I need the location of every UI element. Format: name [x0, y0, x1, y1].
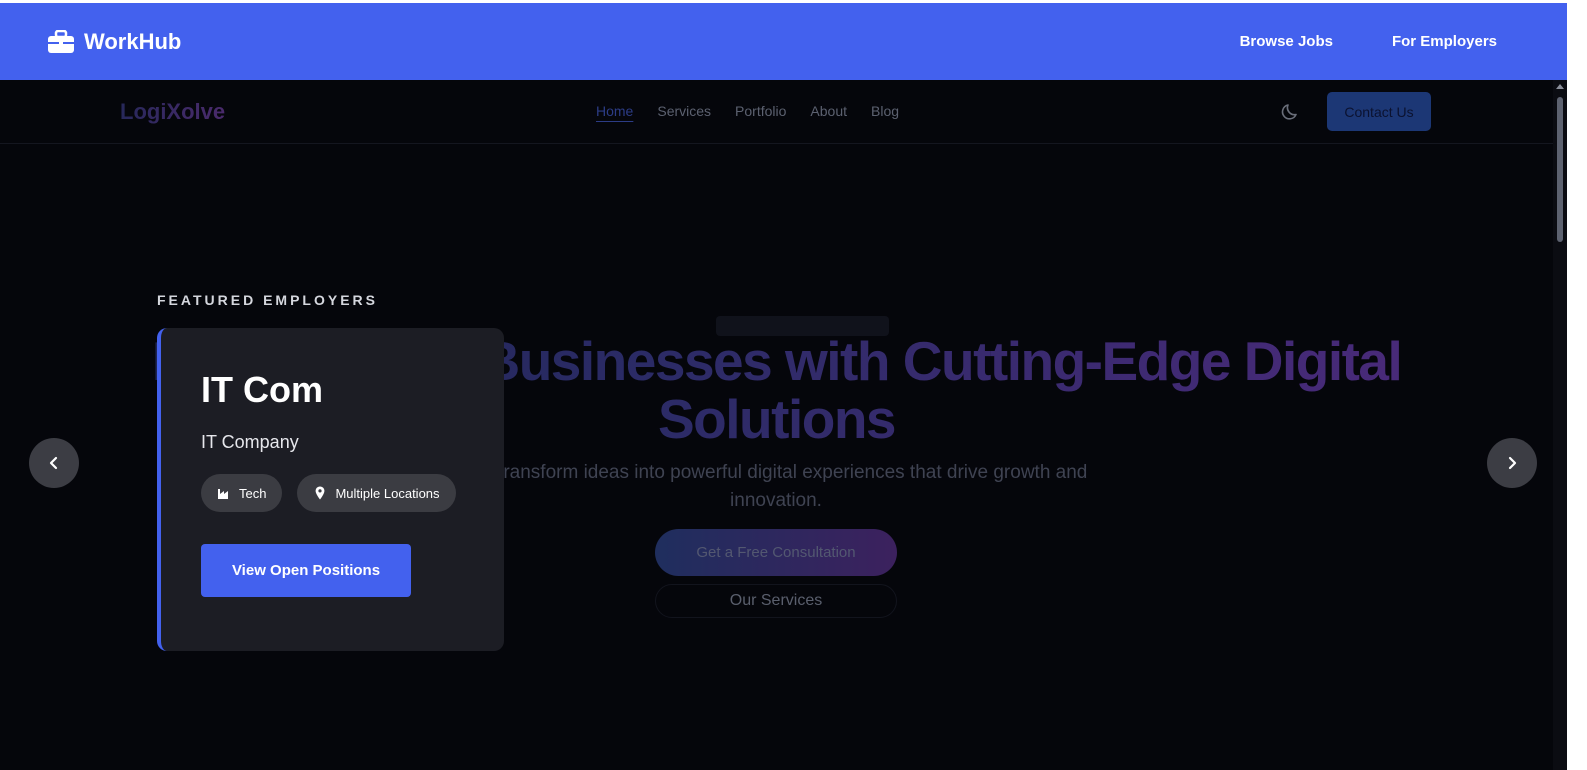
briefcase-icon — [48, 29, 74, 53]
our-services-button[interactable]: Our Services — [655, 584, 897, 618]
embedded-site: LogiXolve Home Services Portfolio About … — [0, 80, 1553, 770]
carousel-prev-button[interactable] — [29, 438, 79, 488]
site-navbar: LogiXolve Home Services Portfolio About … — [0, 80, 1553, 144]
moon-icon[interactable] — [1281, 101, 1301, 121]
industry-tag-label: Tech — [239, 485, 267, 501]
nav-browse-jobs[interactable]: Browse Jobs — [1240, 33, 1333, 50]
industry-tag: Tech — [201, 474, 283, 512]
contact-us-button[interactable]: Contact Us — [1327, 92, 1431, 131]
window-edge — [1567, 0, 1587, 770]
workhub-nav: Browse Jobs For Employers — [1240, 33, 1497, 50]
workhub-brand-name: WorkHub — [84, 28, 182, 54]
view-open-positions-button[interactable]: View Open Positions — [201, 544, 411, 597]
nav-for-employers[interactable]: For Employers — [1392, 33, 1497, 50]
site-link-services[interactable]: Services — [657, 103, 711, 119]
scroll-up-arrow-icon[interactable] — [1556, 84, 1564, 89]
site-logo[interactable]: LogiXolve — [120, 99, 225, 125]
workhub-brand[interactable]: WorkHub — [48, 29, 181, 55]
site-link-portfolio[interactable]: Portfolio — [735, 103, 786, 119]
site-links: Home Services Portfolio About Blog — [596, 103, 899, 119]
employer-tags: Tech Multiple Locations — [201, 474, 504, 512]
industry-icon — [218, 489, 228, 499]
site-link-about[interactable]: About — [810, 103, 847, 119]
location-tag: Multiple Locations — [297, 474, 456, 512]
map-pin-icon — [316, 486, 325, 500]
site-link-home[interactable]: Home — [596, 103, 633, 119]
carousel-next-button[interactable] — [1487, 438, 1537, 488]
hero-subtitle: We transform ideas into powerful digital… — [464, 462, 1088, 511]
page-scrollbar[interactable] — [1553, 80, 1567, 770]
scrollbar-thumb[interactable] — [1557, 97, 1563, 242]
site-link-blog[interactable]: Blog — [871, 103, 899, 119]
location-tag-label: Multiple Locations — [335, 485, 440, 501]
chevron-right-icon — [1508, 456, 1517, 470]
employer-card: IT Com IT Company Tech Multiple Location… — [157, 328, 504, 651]
employer-name: IT Com — [201, 369, 323, 410]
featured-employers-label: FEATURED EMPLOYERS — [157, 292, 378, 308]
employer-type: IT Company — [201, 432, 299, 452]
chevron-left-icon — [49, 456, 58, 470]
free-consultation-button[interactable]: Get a Free Consultation — [655, 529, 897, 576]
workhub-header: WorkHub Browse Jobs For Employers — [0, 3, 1567, 80]
